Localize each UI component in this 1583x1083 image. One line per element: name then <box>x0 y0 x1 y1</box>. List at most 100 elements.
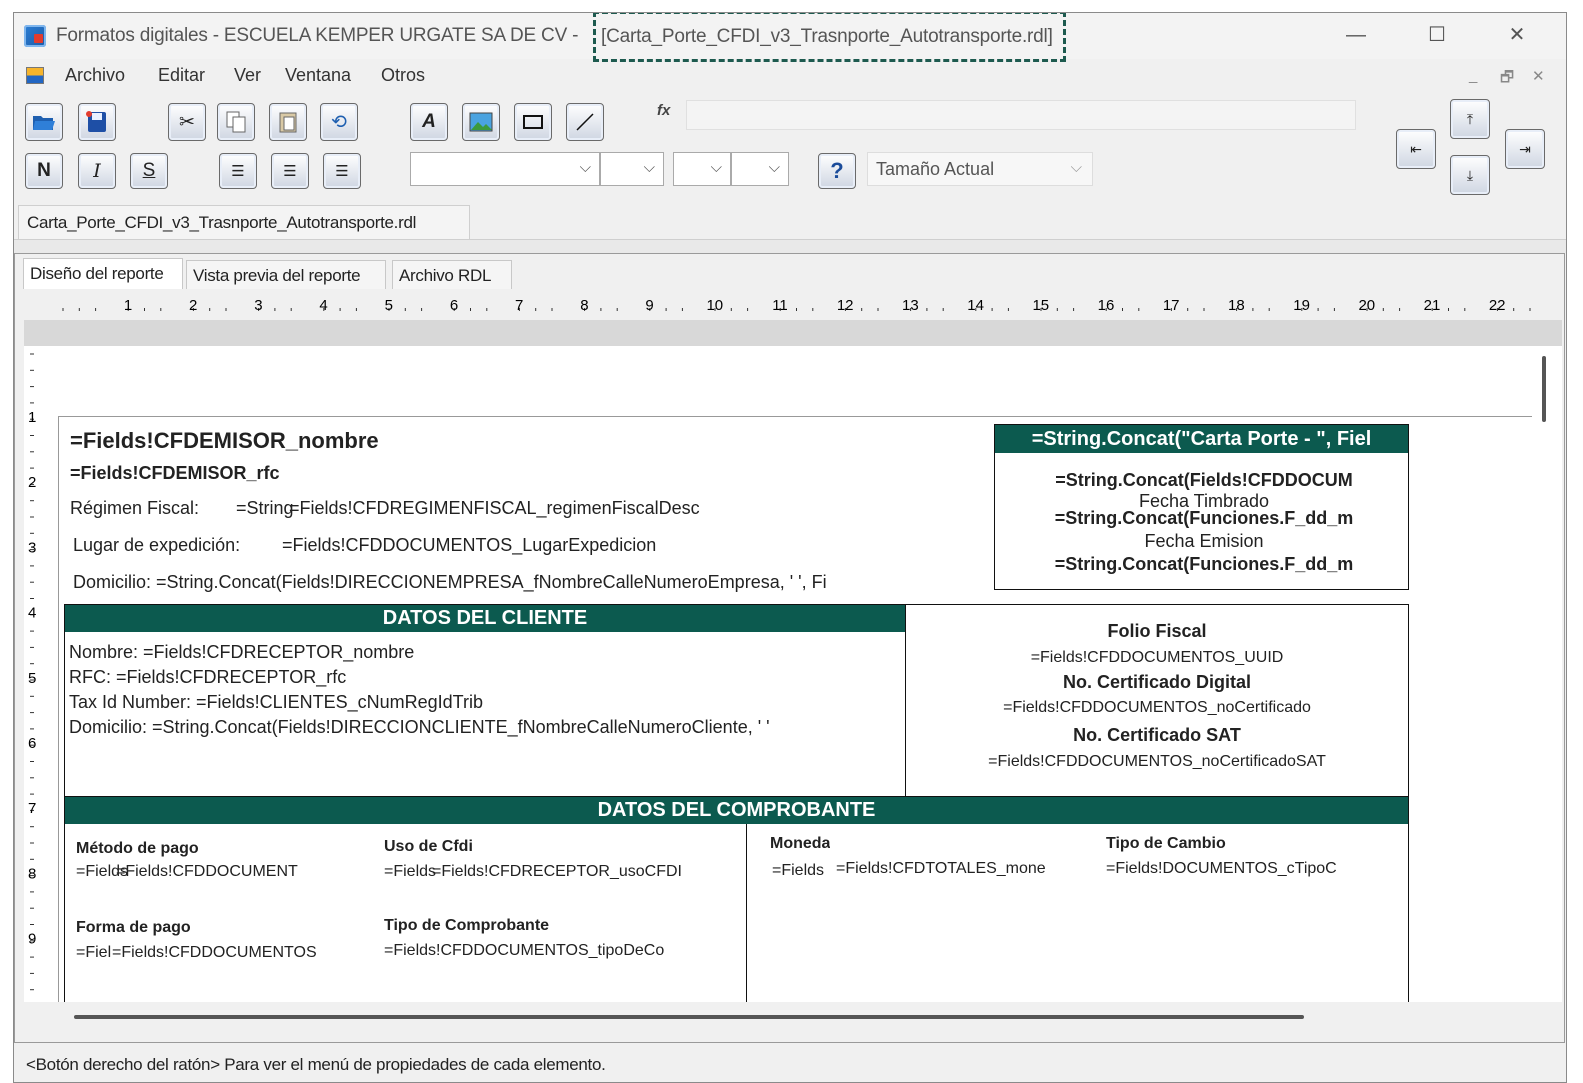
cliente-domicilio-field[interactable]: Domicilio: =String.Concat(Fields!DIRECCI… <box>69 717 901 738</box>
cert-value[interactable]: =Fields!CFDDOCUMENTOS_noCertificado <box>906 699 1408 717</box>
domicilio-emisor-field[interactable]: Domicilio: =String.Concat(Fields!DIRECCI… <box>73 572 955 593</box>
ruler-number: 9 <box>645 297 653 314</box>
ruler-number: 20 <box>1358 297 1375 314</box>
emisor-rfc-field[interactable]: =Fields!CFDEMISOR_rfc <box>70 463 280 484</box>
ruler-number: 17 <box>1163 297 1180 314</box>
maximize-button[interactable]: ☐ <box>1417 19 1457 51</box>
ruler-number: 18 <box>1228 297 1245 314</box>
menu-ventana[interactable]: Ventana <box>285 65 351 86</box>
mdi-minimize-button[interactable]: _ <box>1469 67 1477 84</box>
forma-value-b[interactable]: =Fields!CFDDOCUMENTOS <box>112 944 317 962</box>
text-tool-button[interactable]: A <box>410 103 448 141</box>
certsat-label[interactable]: No. Certificado SAT <box>906 725 1408 746</box>
back-color-select[interactable]: ⌵ <box>731 152 789 186</box>
regimen-label[interactable]: Régimen Fiscal: <box>70 498 199 519</box>
metodo-label[interactable]: Método de pago <box>76 840 199 858</box>
menu-archivo[interactable]: Archivo <box>65 65 125 86</box>
document-menu-icon[interactable] <box>26 67 44 84</box>
ruler-number: 6 <box>450 297 458 314</box>
folio-label[interactable]: Folio Fiscal <box>906 621 1408 642</box>
vertical-scrollbar[interactable] <box>1532 346 1562 1002</box>
align-right-edges-button[interactable]: ⇥ <box>1505 129 1545 169</box>
close-button[interactable]: ✕ <box>1497 19 1537 51</box>
menu-otros[interactable]: Otros <box>381 65 425 86</box>
cliente-taxid-field[interactable]: Tax Id Number: =Fields!CLIENTES_cNumRegI… <box>69 692 483 713</box>
toolbar: ✂ ⟲ A fx N I S ☰ ☰ ☰ ⌵ ⌵ ⌵ ⌵ ? Tamaño Ac… <box>14 93 1566 208</box>
mdi-close-button[interactable]: ✕ <box>1532 67 1545 85</box>
bold-button[interactable]: N <box>25 153 63 189</box>
emisor-nombre-field[interactable]: =Fields!CFDEMISOR_nombre <box>70 428 379 454</box>
tipocomp-value[interactable]: =Fields!CFDDOCUMENTOS_tipoDeCo <box>384 942 664 960</box>
cliente-rfc-field[interactable]: RFC: =Fields!CFDRECEPTOR_rfc <box>69 667 346 688</box>
vruler-number: 5 <box>28 670 36 687</box>
tipocambio-value[interactable]: =Fields!DOCUMENTOS_cTipoC <box>1106 860 1337 878</box>
tab-report-preview[interactable]: Vista previa del reporte <box>186 260 386 289</box>
formula-input[interactable] <box>686 100 1356 130</box>
tab-rdl-file[interactable]: Archivo RDL <box>392 260 512 289</box>
certsat-value[interactable]: =Fields!CFDDOCUMENTOS_noCertificadoSAT <box>906 753 1408 771</box>
undo-button[interactable]: ⟲ <box>320 103 358 141</box>
line-tool-button[interactable] <box>566 103 604 141</box>
regimen-value-a[interactable]: =String <box>236 498 294 519</box>
vertical-scroll-thumb[interactable] <box>1542 356 1546 422</box>
uso-value-b[interactable]: =Fields!CFDRECEPTOR_usoCFDI <box>432 863 682 881</box>
cert-label[interactable]: No. Certificado Digital <box>906 672 1408 693</box>
report-header-band <box>24 320 1562 346</box>
metodo-value-b[interactable]: =Fields!CFDDOCUMENT <box>116 863 298 881</box>
image-tool-button[interactable] <box>462 103 500 141</box>
strikethrough-button[interactable]: S <box>130 153 168 189</box>
mdi-restore-button[interactable]: 🗗 <box>1500 67 1514 92</box>
align-left-icon: ☰ <box>231 163 245 180</box>
comprobante-box[interactable] <box>64 796 1409 1002</box>
help-button[interactable]: ? <box>818 153 856 189</box>
tab-report-design[interactable]: Diseño del reporte <box>23 258 183 289</box>
report-canvas[interactable]: 1 2 3 4 5 6 7 8 9 =Fields!CFDEMISOR_nombre =Fiel… <box>24 346 1532 1002</box>
copy-button[interactable] <box>217 103 255 141</box>
align-center-button[interactable]: ☰ <box>271 153 309 189</box>
titulo-line1[interactable]: =String.Concat(Fields!CFDDOCUM <box>1014 470 1394 491</box>
align-bottom-edges-button[interactable]: ⤓ <box>1450 155 1490 195</box>
cut-button[interactable]: ✂ <box>168 103 206 141</box>
paste-button[interactable] <box>269 103 307 141</box>
tipocambio-label[interactable]: Tipo de Cambio <box>1106 835 1226 853</box>
cliente-header[interactable]: DATOS DEL CLIENTE <box>65 605 905 632</box>
folio-value[interactable]: =Fields!CFDDOCUMENTOS_UUID <box>906 649 1408 667</box>
moneda-label[interactable]: Moneda <box>770 835 830 853</box>
menu-editar[interactable]: Editar <box>158 65 205 86</box>
moneda-value-b[interactable]: =Fields!CFDTOTALES_mone <box>836 860 1046 878</box>
font-family-select[interactable]: ⌵ <box>410 152 600 186</box>
align-top-edges-button[interactable]: ⤒ <box>1450 99 1490 139</box>
titulo-line2[interactable]: =String.Concat(Funciones.F_dd_m <box>1014 508 1394 529</box>
fecha-emision-label[interactable]: Fecha Emision <box>1014 531 1394 552</box>
zoom-select[interactable]: Tamaño Actual ⌵ <box>867 152 1093 186</box>
forma-value-a[interactable]: =Fiel <box>76 944 111 962</box>
tipocomp-label[interactable]: Tipo de Comprobante <box>384 917 549 935</box>
rectangle-tool-button[interactable] <box>514 103 552 141</box>
lugar-label[interactable]: Lugar de expedición: <box>73 535 240 556</box>
comprobante-header[interactable]: DATOS DEL COMPROBANTE <box>65 797 1408 824</box>
lugar-value[interactable]: =Fields!CFDDOCUMENTOS_LugarExpedicion <box>282 535 656 556</box>
ruler-number: 13 <box>902 297 919 314</box>
document-tab[interactable]: Carta_Porte_CFDI_v3_Trasnporte_Autotrans… <box>18 205 470 239</box>
titulo-header[interactable]: =String.Concat("Carta Porte - ", Fiel <box>995 425 1408 453</box>
align-left-edges-button[interactable]: ⇤ <box>1396 129 1436 169</box>
minimize-button[interactable]: — <box>1336 19 1376 51</box>
horizontal-scroll-thumb[interactable] <box>74 1015 1304 1019</box>
open-button[interactable] <box>25 103 63 141</box>
align-right-button[interactable]: ☰ <box>323 153 361 189</box>
titulo-line3[interactable]: =String.Concat(Funciones.F_dd_m <box>1014 554 1394 575</box>
italic-button[interactable]: I <box>78 153 116 189</box>
regimen-value-b[interactable]: =Fields!CFDREGIMENFISCAL_regimenFiscalDe… <box>289 498 700 519</box>
font-color-select[interactable]: ⌵ <box>673 152 731 186</box>
forma-label[interactable]: Forma de pago <box>76 919 191 937</box>
menu-ver[interactable]: Ver <box>234 65 261 86</box>
uso-label[interactable]: Uso de Cfdi <box>384 838 473 856</box>
align-left-button[interactable]: ☰ <box>219 153 257 189</box>
cliente-nombre-field[interactable]: Nombre: =Fields!CFDRECEPTOR_nombre <box>69 642 414 663</box>
uso-value-a[interactable]: =Fields <box>384 863 436 881</box>
moneda-value-a[interactable]: =Fields <box>772 862 824 880</box>
horizontal-scrollbar[interactable] <box>24 1002 1562 1032</box>
font-size-select[interactable]: ⌵ <box>600 152 664 186</box>
vruler-number: 4 <box>28 605 36 622</box>
save-button[interactable] <box>78 103 116 141</box>
